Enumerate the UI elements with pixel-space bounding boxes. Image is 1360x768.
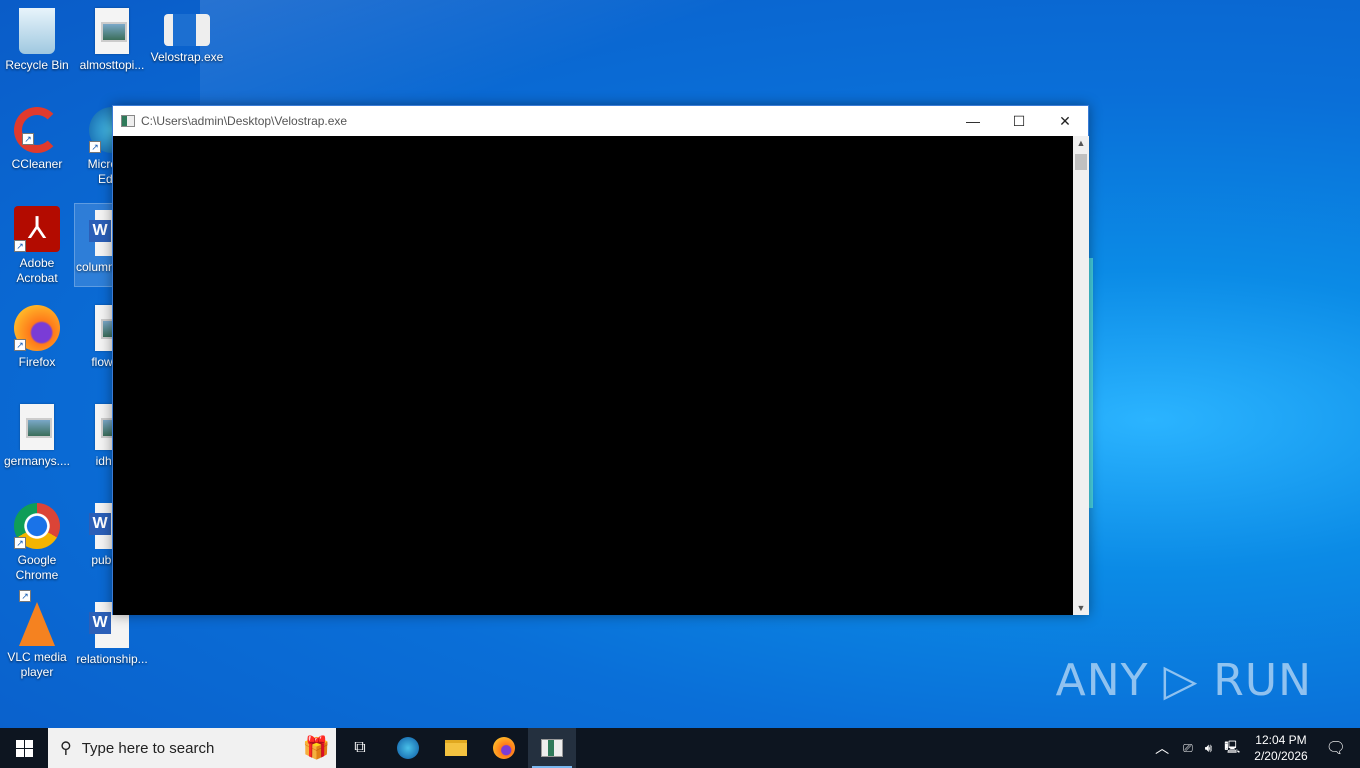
folder-icon	[445, 740, 467, 756]
desktop-icon-ccleaner[interactable]: ↗ CCleaner	[0, 101, 74, 172]
console-app-icon	[541, 739, 563, 757]
task-view-button[interactable]: ⧉	[336, 728, 384, 768]
minimize-button[interactable]: —	[950, 106, 996, 136]
console-output[interactable]	[113, 136, 1073, 615]
chrome-icon: ↗	[14, 503, 60, 549]
console-app-icon	[121, 115, 135, 127]
taskbar-firefox[interactable]	[480, 728, 528, 768]
search-icon: ⚲	[60, 740, 72, 757]
firefox-icon: ↗	[14, 305, 60, 351]
exe-icon	[164, 14, 210, 46]
show-hidden-icons-chevron-icon[interactable]: ︿	[1155, 738, 1169, 758]
maximize-button[interactable]: ☐	[996, 106, 1042, 136]
icon-label: Google Chrome	[15, 553, 59, 582]
desktop-icon-acrobat[interactable]: ⅄ ↗ Adobe Acrobat	[0, 200, 74, 286]
network-icon[interactable]: 🖳	[1224, 738, 1240, 759]
scroll-up-arrow-icon[interactable]: ▲	[1073, 138, 1089, 148]
title-bar[interactable]: C:\Users\admin\Desktop\Velostrap.exe — ☐…	[113, 106, 1088, 136]
desktop-icon-firefox[interactable]: ↗ Firefox	[0, 299, 74, 370]
desktop-icon-chrome[interactable]: ↗ Google Chrome	[0, 497, 74, 583]
icon-label: germanys....	[3, 454, 71, 468]
meet-now-icon[interactable]: ⎚	[1183, 741, 1193, 756]
clock-date: 2/20/2026	[1254, 749, 1308, 763]
console-window[interactable]: C:\Users\admin\Desktop\Velostrap.exe — ☐…	[112, 105, 1089, 615]
desktop-icon-recycle-bin[interactable]: Recycle Bin	[0, 2, 74, 73]
icon-label: Velostrap.exe	[150, 50, 224, 64]
desktop-icon-germanys[interactable]: germanys....	[0, 398, 74, 469]
window-title: C:\Users\admin\Desktop\Velostrap.exe	[141, 114, 348, 128]
icon-label: Adobe Acrobat	[16, 256, 58, 285]
ccleaner-icon: ↗	[14, 107, 60, 153]
icon-label: CCleaner	[11, 157, 63, 171]
icon-label: VLC media player	[7, 650, 67, 679]
vlc-icon: ↗	[19, 590, 55, 646]
scroll-down-arrow-icon[interactable]: ▼	[1073, 603, 1089, 613]
desktop-icon-vlc[interactable]: ↗ VLC media player	[0, 590, 74, 680]
wallpaper-glow	[1089, 258, 1093, 508]
notifications-icon[interactable]: 🗨︎	[1326, 738, 1346, 758]
recycle-bin-icon	[19, 8, 55, 54]
search-highlight-gifts-icon: 🎁	[302, 735, 330, 760]
taskbar: ⚲ Type here to search 🎁 ⧉ ︿ ⎚ 🔊︎ 🖳 12:04…	[0, 728, 1360, 768]
desktop-icon-almosttopi[interactable]: almosttopi...	[75, 2, 149, 73]
task-view-icon: ⧉	[354, 739, 366, 756]
wallpaper-light-beam	[200, 0, 800, 110]
icon-label: Firefox	[18, 355, 56, 369]
taskbar-file-explorer[interactable]	[432, 728, 480, 768]
icon-label: Recycle Bin	[5, 58, 69, 72]
image-file-icon	[20, 404, 54, 450]
acrobat-icon: ⅄ ↗	[14, 206, 60, 252]
icon-label: almosttopi...	[79, 58, 145, 72]
icon-label: relationship...	[76, 652, 148, 666]
volume-icon[interactable]: 🔊︎	[1205, 741, 1213, 756]
desktop-icon-velostrap[interactable]: Velostrap.exe	[150, 2, 224, 65]
clock[interactable]: 12:04 PM 2/20/2026	[1254, 732, 1307, 764]
start-button[interactable]	[0, 728, 48, 768]
taskbar-search-box[interactable]: ⚲ Type here to search 🎁	[48, 728, 336, 768]
image-file-icon	[95, 8, 129, 54]
edge-icon	[397, 737, 419, 759]
firefox-icon	[493, 737, 515, 759]
clock-time: 12:04 PM	[1255, 733, 1307, 747]
taskbar-velostrap[interactable]	[528, 728, 576, 768]
vertical-scrollbar[interactable]: ▲ ▼	[1073, 136, 1089, 615]
anyrun-watermark: ANY ▷ RUN	[1055, 655, 1312, 706]
system-tray: ︿ ⎚ 🔊︎ 🖳 12:04 PM 2/20/2026 🗨︎	[1147, 728, 1360, 768]
taskbar-edge[interactable]	[384, 728, 432, 768]
close-button[interactable]: ✕	[1042, 106, 1088, 136]
scrollbar-thumb[interactable]	[1075, 154, 1087, 170]
windows-logo-icon	[15, 739, 33, 757]
search-placeholder: Type here to search	[81, 739, 215, 757]
